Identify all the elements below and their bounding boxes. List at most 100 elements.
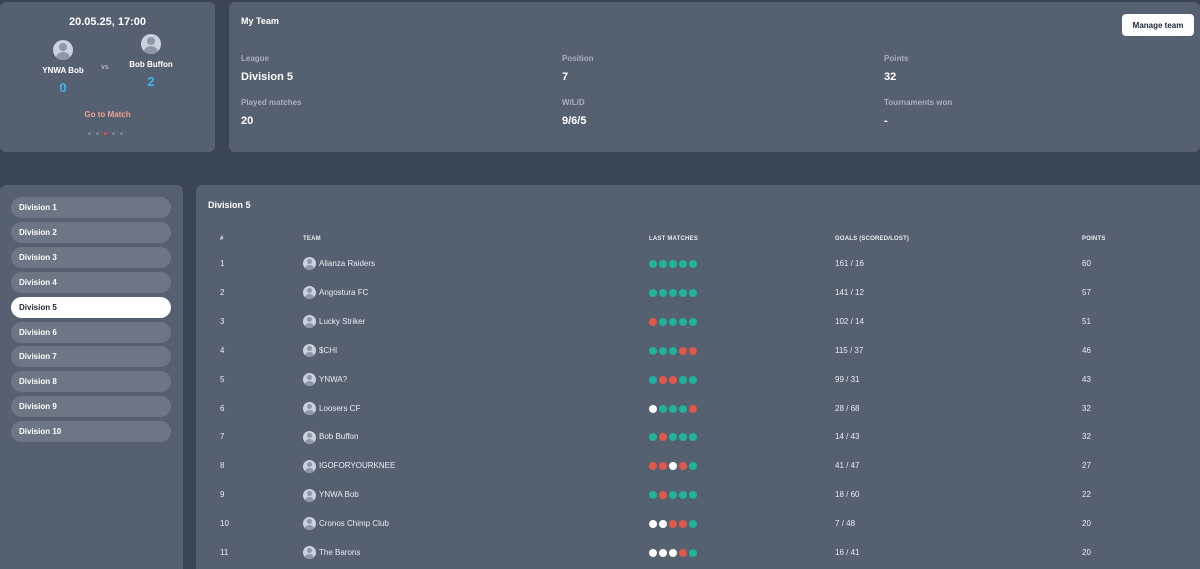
row-team[interactable]: Bob Buffon (303, 429, 358, 445)
standings-title: Division 5 (208, 200, 251, 210)
row-points: 27 (1082, 461, 1091, 471)
stat-position: Position 7 (562, 54, 594, 83)
win-dot (669, 346, 677, 355)
carousel-dot[interactable] (96, 132, 99, 135)
division-item[interactable]: Division 1 (11, 197, 171, 218)
stat-label: W/L/D (562, 98, 585, 107)
division-item[interactable]: Division 9 (11, 396, 171, 418)
division-item[interactable]: Division 2 (11, 221, 171, 243)
row-team-name: YNWA Bob (319, 490, 359, 500)
table-row[interactable]: 1 Alianza Raiders 161 / 16 60 (196, 256, 1200, 285)
row-goals: 16 / 41 (835, 548, 860, 557)
table-row[interactable]: 2 Angostura FC 141 / 12 57 (196, 285, 1200, 314)
division-item[interactable]: Division 5 (11, 296, 171, 318)
row-team[interactable]: YNWA Bob (303, 487, 359, 503)
team-avatar-icon (303, 372, 316, 386)
win-dot (649, 346, 657, 355)
row-team[interactable]: Angostura FC (303, 285, 368, 301)
row-team[interactable]: Loosers CF (303, 401, 360, 417)
loss-dot (689, 404, 697, 413)
carousel-dot-active[interactable] (104, 132, 107, 135)
win-dot (679, 317, 687, 326)
row-last-matches (649, 429, 697, 445)
win-dot (659, 404, 667, 413)
loss-dot (649, 317, 657, 326)
win-dot (679, 404, 687, 413)
win-dot (669, 260, 677, 268)
carousel-dot[interactable] (120, 132, 123, 135)
team-avatar-icon (303, 344, 316, 358)
table-row[interactable]: 8 IGOFORYOURKNEE 41 / 47 27 (196, 458, 1200, 487)
table-row[interactable]: 3 Lucky Striker 102 / 14 51 (196, 314, 1200, 343)
avatar-icon (53, 40, 73, 60)
row-team-name: $CHI (319, 345, 338, 355)
carousel-dot[interactable] (88, 132, 91, 135)
row-team-name: Angostura FC (319, 287, 369, 297)
win-dot (689, 375, 697, 384)
row-team[interactable]: YNWA? (303, 372, 347, 388)
row-team[interactable]: The Barons (303, 545, 360, 561)
row-team[interactable]: $CHI (303, 343, 337, 359)
win-dot (689, 433, 697, 442)
row-points: 20 (1082, 548, 1091, 557)
division-item[interactable]: Division 7 (11, 346, 171, 368)
win-dot (679, 491, 687, 500)
division-item[interactable]: Division 3 (11, 246, 171, 268)
row-team-name: Lucky Striker (319, 316, 366, 326)
loss-dot (669, 375, 677, 384)
division-item[interactable]: Division 4 (11, 271, 171, 293)
win-dot (649, 260, 657, 268)
row-rank: 2 (220, 287, 225, 297)
win-dot (679, 433, 687, 442)
manage-team-button[interactable]: Manage team (1122, 14, 1194, 36)
standings-table: Division 5 # TEAM LAST MATCHES GOALS (SC… (196, 185, 1200, 569)
stat-tournaments-won: Tournaments won - (884, 98, 952, 127)
win-dot (679, 375, 687, 384)
win-dot (669, 317, 677, 326)
row-rank: 9 (220, 490, 225, 500)
win-dot (689, 288, 697, 297)
row-team[interactable]: Lucky Striker (303, 314, 365, 330)
stat-label: Played matches (241, 98, 302, 107)
row-last-matches (649, 285, 697, 301)
carousel-dot[interactable] (112, 132, 115, 135)
stat-value: - (884, 115, 888, 127)
stat-wld: W/L/D 9/6/5 (562, 98, 586, 127)
win-dot (679, 288, 687, 297)
division-item[interactable]: Division 8 (11, 371, 171, 393)
go-to-match-link[interactable]: Go to Match (0, 110, 215, 119)
stat-value: 32 (884, 71, 897, 83)
row-team[interactable]: IGOFORYOURKNEE (303, 458, 395, 474)
row-goals: 28 / 68 (835, 403, 860, 413)
table-row[interactable]: 4 $CHI 115 / 37 46 (196, 343, 1200, 372)
win-dot (649, 433, 657, 442)
away-team: Bob Buffon 2 (128, 34, 174, 89)
loss-dot (659, 433, 667, 442)
row-team[interactable]: Cronos Chimp Club (303, 516, 389, 532)
header-last-matches: LAST MATCHES (649, 236, 698, 242)
team-avatar-icon (303, 546, 316, 560)
row-team-name: The Barons (319, 548, 361, 557)
row-last-matches (649, 545, 697, 561)
stat-label: Tournaments won (884, 98, 953, 107)
table-row[interactable]: 9 YNWA Bob 18 / 60 22 (196, 487, 1200, 516)
division-item[interactable]: Division 10 (11, 421, 171, 443)
table-row[interactable]: 10 Cronos Chimp Club 7 / 48 20 (196, 516, 1200, 545)
team-avatar-icon (303, 401, 316, 415)
table-row[interactable]: 5 YNWA? 99 / 31 43 (196, 372, 1200, 401)
match-card: 20.05.25, 17:00 YNWA Bob 0 vs Bob Buffon… (0, 2, 215, 152)
division-item[interactable]: Division 6 (11, 321, 171, 343)
row-rank: 8 (220, 461, 225, 471)
header-goals: GOALS (SCORED/LOST) (835, 236, 910, 242)
row-team-name: Alianza Raiders (319, 259, 376, 268)
stat-value: 7 (562, 71, 569, 83)
table-row[interactable]: 11 The Barons 16 / 41 20 (196, 545, 1200, 569)
table-row[interactable]: 6 Loosers CF 28 / 68 32 (196, 401, 1200, 430)
team-avatar-icon (303, 315, 316, 329)
win-dot (669, 491, 677, 500)
row-team[interactable]: Alianza Raiders (303, 256, 375, 272)
table-row[interactable]: 7 Bob Buffon 14 / 43 32 (196, 429, 1200, 458)
row-points: 46 (1082, 345, 1091, 355)
home-team-name: YNWA Bob (42, 66, 84, 75)
row-goals: 7 / 48 (835, 519, 856, 529)
